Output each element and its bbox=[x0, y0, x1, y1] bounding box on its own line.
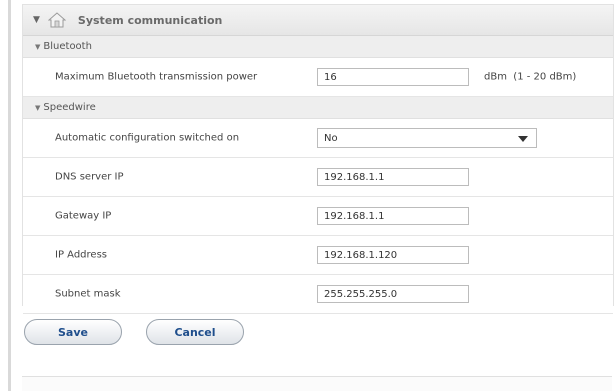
dns-row: DNS server IP bbox=[23, 158, 613, 197]
left-border bbox=[8, 0, 11, 391]
ip-address-label: IP Address bbox=[55, 249, 107, 261]
chevron-down-icon[interactable]: ▼ bbox=[35, 104, 40, 112]
auto-config-value: No bbox=[324, 132, 338, 144]
panel-title: System communication bbox=[77, 13, 223, 27]
ip-address-field[interactable] bbox=[317, 246, 469, 264]
section-speedwire[interactable]: ▼ Speedwire bbox=[23, 97, 613, 119]
chevron-down-icon[interactable]: ▼ bbox=[35, 43, 40, 51]
gateway-label: Gateway IP bbox=[55, 210, 112, 222]
dns-label: DNS server IP bbox=[55, 171, 124, 183]
bluetooth-power-field[interactable] bbox=[317, 68, 469, 86]
bluetooth-power-row: Maximum Bluetooth transmission power dBm… bbox=[23, 58, 613, 97]
auto-config-label: Automatic configuration switched on bbox=[55, 132, 240, 144]
section-bluetooth[interactable]: ▼ Bluetooth bbox=[23, 36, 613, 58]
home-icon bbox=[47, 12, 66, 28]
gateway-field[interactable] bbox=[317, 207, 469, 225]
system-communication-panel: ▼ System communication ▼ Bluetooth Maxim… bbox=[22, 4, 614, 314]
next-panel-edge bbox=[22, 376, 612, 391]
panel-header[interactable]: ▼ System communication bbox=[23, 5, 613, 36]
auto-config-select[interactable]: No bbox=[317, 128, 537, 148]
section-title: Bluetooth bbox=[43, 41, 92, 52]
section-title: Speedwire bbox=[43, 102, 96, 113]
subnet-mask-field[interactable] bbox=[317, 285, 469, 303]
dropdown-arrow-icon[interactable] bbox=[518, 136, 528, 142]
subnet-mask-label: Subnet mask bbox=[55, 288, 121, 300]
ip-address-row: IP Address bbox=[23, 236, 613, 275]
bluetooth-power-label: Maximum Bluetooth transmission power bbox=[55, 71, 258, 83]
auto-config-row: Automatic configuration switched on No bbox=[23, 119, 613, 158]
bluetooth-power-unit: dBm (1 - 20 dBm) bbox=[484, 71, 577, 83]
chevron-down-icon[interactable]: ▼ bbox=[33, 15, 40, 25]
gateway-row: Gateway IP bbox=[23, 197, 613, 236]
cancel-button[interactable]: Cancel bbox=[146, 319, 244, 345]
subnet-mask-row: Subnet mask bbox=[23, 275, 613, 314]
dns-field[interactable] bbox=[317, 168, 469, 186]
save-button[interactable]: Save bbox=[24, 319, 122, 345]
